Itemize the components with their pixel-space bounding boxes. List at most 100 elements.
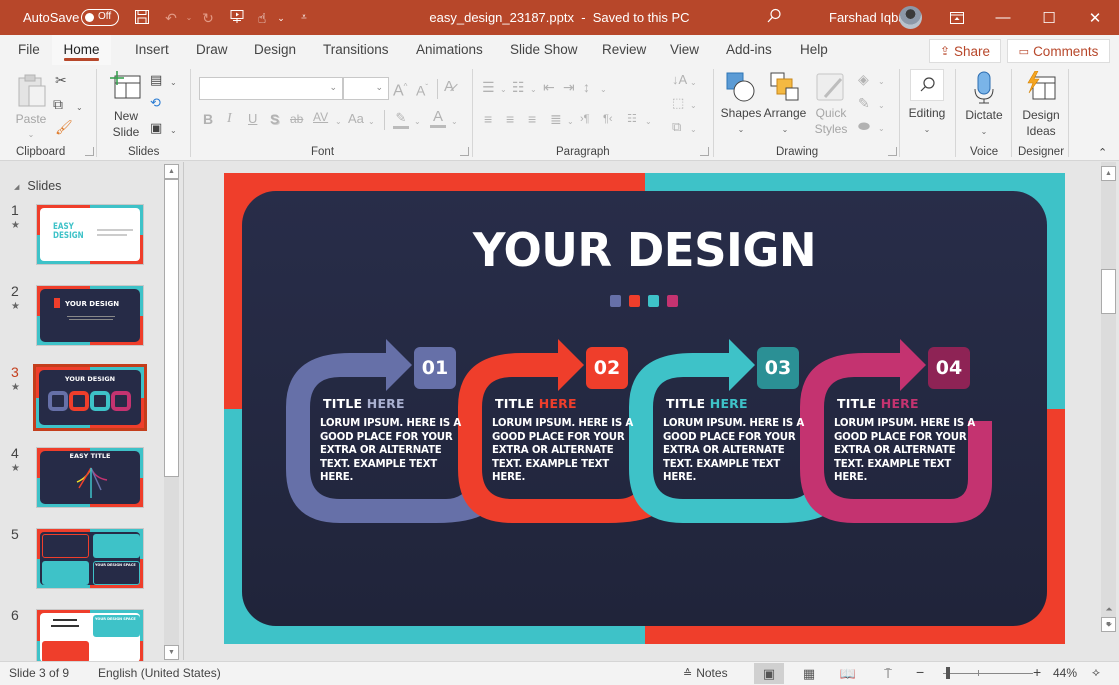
- increase-indent-icon[interactable]: ⇥: [563, 79, 575, 95]
- language-indicator[interactable]: English (United States): [98, 666, 221, 680]
- notes-button[interactable]: ≙ Notes: [683, 666, 728, 680]
- font-dialog-launcher[interactable]: [460, 147, 469, 156]
- font-color-icon[interactable]: A: [430, 109, 446, 128]
- underline-button[interactable]: U: [248, 111, 257, 127]
- section-dropdown-icon[interactable]: ⌄: [170, 123, 177, 139]
- touch-mode-icon[interactable]: ☝: [253, 9, 271, 27]
- slide-thumbnail-2[interactable]: YOUR DESIGN: [36, 285, 144, 346]
- shape-fill-icon[interactable]: ◈: [858, 71, 869, 87]
- align-text-dropdown-icon[interactable]: ⌄: [690, 98, 697, 114]
- clipboard-dialog-launcher[interactable]: [85, 147, 94, 156]
- reset-slide-icon[interactable]: ⟲: [150, 95, 161, 111]
- rtl-icon[interactable]: ¶‹: [603, 111, 613, 127]
- slide-thumbnail-6[interactable]: YOUR DESIGN SPACE: [36, 609, 144, 662]
- shapes-button[interactable]: Shapes ⌄: [720, 69, 762, 139]
- undo-dropdown-icon[interactable]: ⌄: [180, 9, 198, 27]
- tab-slide-show[interactable]: Slide Show: [509, 35, 579, 65]
- user-name[interactable]: Farshad Iqbal: [829, 0, 909, 35]
- text-direction-dropdown-icon[interactable]: ⌄: [690, 75, 697, 91]
- paste-button[interactable]: Paste ⌄: [14, 71, 48, 139]
- shape-fill-dropdown-icon[interactable]: ⌄: [878, 74, 885, 90]
- columns-dropdown-icon[interactable]: ⌄: [645, 114, 652, 130]
- text-shadow-button[interactable]: S: [270, 111, 279, 127]
- shape-effects-dropdown-icon[interactable]: ⌄: [878, 121, 885, 137]
- change-case-button[interactable]: Aa: [348, 111, 364, 127]
- tab-help[interactable]: Help: [799, 35, 829, 65]
- customize-toolbar-icon[interactable]: ⩡: [295, 9, 313, 27]
- character-spacing-button[interactable]: AV: [313, 109, 328, 125]
- tab-insert[interactable]: Insert: [134, 35, 170, 65]
- numbering-dropdown-icon[interactable]: ⌄: [530, 82, 537, 98]
- maximize-icon[interactable]: ☐: [1026, 0, 1072, 35]
- slide-sorter-button[interactable]: ▦: [794, 663, 824, 684]
- tab-home[interactable]: Home: [52, 35, 111, 65]
- highlight-color-icon[interactable]: ✎: [393, 110, 409, 129]
- bold-button[interactable]: B: [203, 111, 213, 127]
- design-ideas-button[interactable]: Design Ideas: [1018, 69, 1064, 139]
- cut-icon[interactable]: ✂: [55, 72, 67, 88]
- align-left-icon[interactable]: ≡: [484, 111, 492, 127]
- slide-panel-scrollbar[interactable]: ▲ ▼: [164, 164, 179, 660]
- step-title[interactable]: TITLE HERE: [323, 396, 405, 411]
- tab-transitions[interactable]: Transitions: [322, 35, 390, 65]
- shape-outline-icon[interactable]: ✎: [858, 95, 870, 111]
- numbering-icon[interactable]: ☷: [512, 79, 525, 95]
- redo-icon[interactable]: ↻: [199, 9, 217, 27]
- zoom-slider-thumb[interactable]: [946, 667, 950, 679]
- align-right-icon[interactable]: ≡: [528, 111, 536, 127]
- reading-view-button[interactable]: 📖: [833, 663, 863, 684]
- slide-counter[interactable]: Slide 3 of 9: [9, 666, 69, 680]
- step-title[interactable]: TITLE HERE: [495, 396, 577, 411]
- align-center-icon[interactable]: ≡: [506, 111, 514, 127]
- line-spacing-dropdown-icon[interactable]: ⌄: [600, 82, 607, 98]
- line-spacing-icon[interactable]: ↕: [583, 79, 590, 95]
- italic-button[interactable]: I: [227, 111, 232, 127]
- smartart-icon[interactable]: ⧉: [672, 119, 681, 135]
- layout-icon[interactable]: ▤: [150, 72, 162, 88]
- scrollbar-thumb[interactable]: [164, 179, 179, 477]
- ribbon-display-options-icon[interactable]: [934, 0, 980, 35]
- new-slide-button[interactable]: New Slide: [106, 69, 146, 139]
- fit-to-window-icon[interactable]: ⟡: [1092, 665, 1100, 680]
- scrollbar-thumb[interactable]: [1101, 269, 1116, 314]
- step-body-text[interactable]: LORUM IPSUM. HERE IS A GOOD PLACE FOR YOU…: [492, 417, 642, 485]
- align-text-icon[interactable]: ⬚: [672, 95, 684, 111]
- dictate-button[interactable]: Dictate ⌄: [962, 69, 1006, 139]
- zoom-slider[interactable]: [943, 673, 1033, 674]
- autosave-toggle[interactable]: Off: [81, 9, 119, 26]
- step-body-text[interactable]: LORUM IPSUM. HERE IS A GOOD PLACE FOR YOU…: [320, 417, 470, 485]
- minimize-icon[interactable]: —: [980, 0, 1026, 35]
- font-name-input[interactable]: ⌄: [199, 77, 343, 100]
- bullets-dropdown-icon[interactable]: ⌄: [500, 82, 507, 98]
- strikethrough-button[interactable]: ab: [290, 111, 303, 127]
- next-slide-icon[interactable]: ⏷: [1103, 620, 1115, 631]
- share-button[interactable]: ⇪ Share: [929, 39, 1001, 63]
- scroll-up-icon[interactable]: ▲: [164, 164, 179, 179]
- step-title[interactable]: TITLE HERE: [666, 396, 748, 411]
- comments-button[interactable]: ▭ Comments: [1007, 39, 1110, 63]
- smartart-dropdown-icon[interactable]: ⌄: [690, 122, 697, 138]
- tab-review[interactable]: Review: [601, 35, 647, 65]
- decrease-indent-icon[interactable]: ⇤: [543, 79, 555, 95]
- avatar[interactable]: [899, 6, 922, 29]
- previous-slide-icon[interactable]: ⏶: [1103, 604, 1115, 615]
- change-case-dropdown-icon[interactable]: ⌄: [368, 114, 375, 130]
- section-icon[interactable]: ▣: [150, 120, 162, 136]
- copy-icon[interactable]: ⧉: [53, 96, 63, 112]
- columns-icon[interactable]: ☷: [627, 111, 637, 127]
- clear-formatting-icon[interactable]: A̷: [444, 79, 454, 95]
- slide-thumbnail-5[interactable]: YOUR DESIGN SPACE: [36, 528, 144, 589]
- paragraph-dialog-launcher[interactable]: [700, 147, 709, 156]
- step-title[interactable]: TITLE HERE: [837, 396, 919, 411]
- zoom-in-icon[interactable]: +: [1033, 664, 1041, 680]
- slide-canvas[interactable]: YOUR DESIGN 01 TITLE HERE LORUM IPSUM. HER…: [224, 173, 1065, 644]
- font-size-input[interactable]: ⌄: [343, 77, 389, 100]
- tab-file[interactable]: File: [17, 35, 41, 65]
- save-icon[interactable]: [133, 9, 151, 27]
- arrange-button[interactable]: Arrange ⌄: [763, 69, 807, 139]
- slide-vertical-scrollbar[interactable]: ▲ ▼: [1101, 162, 1116, 632]
- slide-thumbnail-3[interactable]: YOUR DESIGN: [33, 364, 147, 431]
- quick-styles-button[interactable]: Quick Styles: [810, 69, 852, 139]
- scroll-down-icon[interactable]: ▼: [164, 645, 179, 660]
- ltr-icon[interactable]: ›¶: [580, 111, 590, 127]
